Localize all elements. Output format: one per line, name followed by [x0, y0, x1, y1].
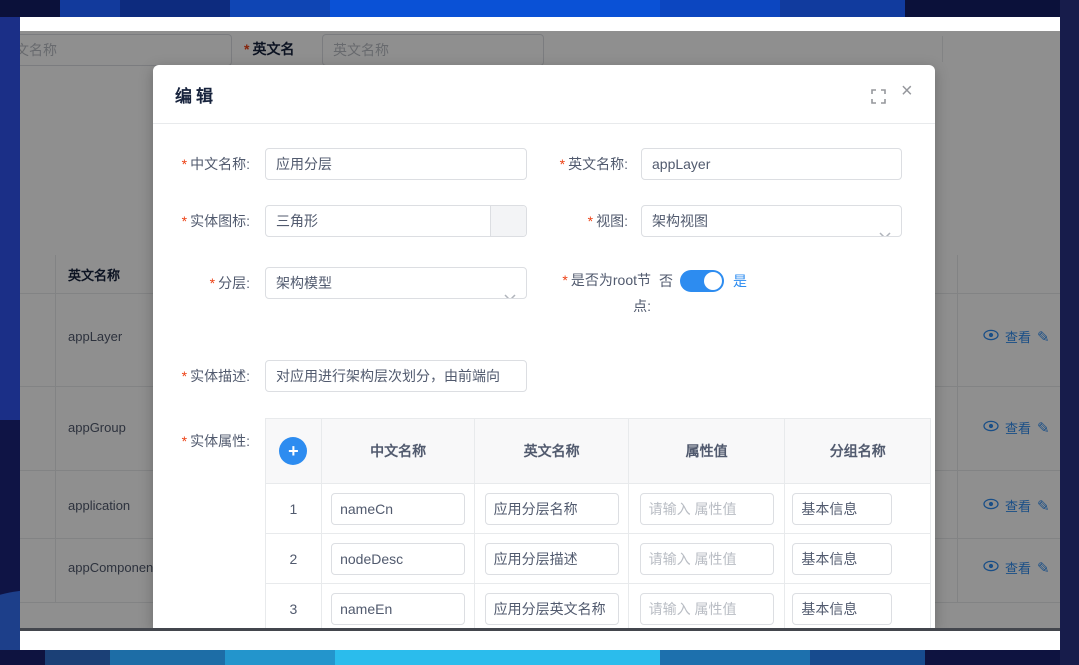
row-index: 3: [290, 601, 298, 617]
attr-group-input[interactable]: 基本信息: [792, 543, 892, 575]
attributes-table: + 中文名称 英文名称 属性值 分组名称 1 nameCn 应用分层名称 请输入…: [265, 418, 931, 628]
required-asterisk: *: [182, 433, 187, 449]
decorative-band-top: [0, 0, 1079, 17]
attr-en-input[interactable]: 应用分层名称: [485, 493, 619, 525]
entity-icon-label: *实体图标:: [153, 205, 250, 237]
en-name-input[interactable]: appLayer: [641, 148, 902, 180]
required-asterisk: *: [182, 368, 187, 384]
deco-segment: [120, 0, 230, 17]
root-toggle-switch[interactable]: [680, 270, 724, 292]
entity-icon-input[interactable]: 三角形: [265, 205, 527, 237]
switch-knob: [704, 272, 722, 290]
layer-select[interactable]: 架构模型: [265, 267, 527, 299]
edit-dialog: 编辑 × *中文名称: 应用分层 *英文名称: appLayer *实体图标: …: [153, 65, 935, 628]
decorative-strip-left: [0, 17, 20, 650]
decorative-band-bottom: [0, 650, 1079, 665]
deco-segment: [60, 0, 120, 17]
en-name-label: *英文名称:: [531, 148, 628, 180]
required-asterisk: *: [210, 275, 215, 291]
attr-value-input[interactable]: 请输入 属性值: [640, 543, 774, 575]
deco-segment: [905, 0, 1079, 17]
attribute-row: 1 nameCn 应用分层名称 请输入 属性值 基本信息: [266, 483, 930, 533]
frame-strip-top: [20, 17, 1060, 31]
attr-value-input[interactable]: 请输入 属性值: [640, 493, 774, 525]
cn-name-label: *中文名称:: [153, 148, 250, 180]
row-index: 2: [290, 551, 298, 567]
icon-picker-addon[interactable]: [490, 206, 526, 236]
entity-desc-input[interactable]: 对应用进行架构层次划分，由前端向: [265, 360, 527, 392]
deco-curve: [0, 590, 20, 650]
decorative-strip-right: [1060, 0, 1079, 665]
deco-segment: [660, 0, 780, 17]
attr-cn-input[interactable]: nodeDesc: [331, 543, 465, 575]
required-asterisk: *: [588, 213, 593, 229]
cn-name-input[interactable]: 应用分层: [265, 148, 527, 180]
attr-group-input[interactable]: 基本信息: [792, 493, 892, 525]
view-select[interactable]: 架构视图: [641, 205, 902, 237]
close-icon[interactable]: ×: [901, 81, 913, 101]
deco-segment: [225, 650, 335, 665]
deco-segment: [660, 650, 810, 665]
view-label: *视图:: [531, 205, 628, 237]
attributes-table-header: + 中文名称 英文名称 属性值 分组名称: [266, 419, 930, 483]
row-index: 1: [290, 501, 298, 517]
deco-segment: [45, 650, 110, 665]
entity-attrs-label: *实体属性:: [153, 425, 250, 457]
deco-segment: [925, 650, 1079, 665]
deco-segment: [780, 0, 905, 17]
deco-segment: [110, 650, 225, 665]
entity-desc-label: *实体描述:: [153, 360, 250, 392]
attr-cn-input[interactable]: nameCn: [331, 493, 465, 525]
deco-segment: [335, 650, 660, 665]
frame-strip-bottom: [20, 631, 1060, 650]
deco-segment: [0, 17, 20, 420]
header-cell-en: 英文名称: [474, 419, 628, 483]
is-root-label: *是否为root节点:: [558, 267, 651, 319]
header-cell-group: 分组名称: [784, 419, 930, 483]
deco-segment: [0, 650, 45, 665]
required-asterisk: *: [182, 156, 187, 172]
required-asterisk: *: [562, 272, 567, 288]
deco-segment: [330, 0, 660, 17]
deco-segment: [0, 0, 60, 17]
layer-label: *分层:: [153, 267, 250, 299]
switch-on-text: 是: [733, 271, 747, 291]
header-cell-add: +: [266, 419, 321, 483]
deco-segment: [810, 650, 925, 665]
required-asterisk: *: [182, 213, 187, 229]
attr-en-input[interactable]: 应用分层描述: [485, 543, 619, 575]
screen: 中文名称 *英文名 英文名称 英文名称 appLayer appGroup ap…: [0, 0, 1079, 665]
add-attribute-button[interactable]: +: [279, 437, 307, 465]
required-asterisk: *: [560, 156, 565, 172]
attr-group-input[interactable]: 基本信息: [792, 593, 892, 625]
attr-en-input[interactable]: 应用分层英文名称: [485, 593, 619, 625]
deco-segment: [230, 0, 330, 17]
attr-value-input[interactable]: 请输入 属性值: [640, 593, 774, 625]
dialog-title: 编辑: [175, 82, 217, 107]
dialog-header-divider: [153, 123, 935, 124]
fullscreen-icon[interactable]: [871, 89, 886, 109]
header-cell-cn: 中文名称: [321, 419, 475, 483]
attribute-row: 2 nodeDesc 应用分层描述 请输入 属性值 基本信息: [266, 533, 930, 583]
chevron-down-icon: [504, 281, 516, 299]
header-cell-value: 属性值: [628, 419, 785, 483]
attribute-row: 3 nameEn 应用分层英文名称 请输入 属性值 基本信息: [266, 583, 930, 628]
chevron-down-icon: [879, 219, 891, 237]
switch-off-text: 否: [659, 271, 673, 291]
attr-cn-input[interactable]: nameEn: [331, 593, 465, 625]
